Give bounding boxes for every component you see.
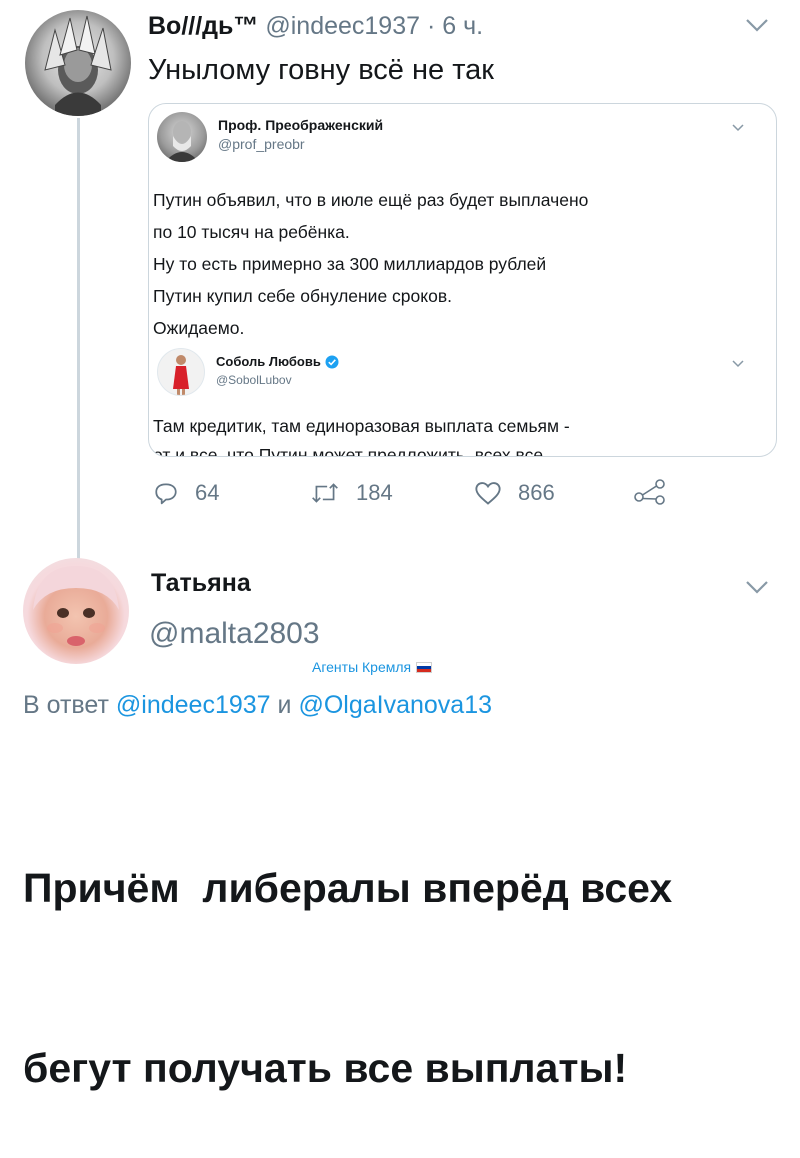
- quoted-line-1: Путин объявил, что в июле ещё раз будет …: [153, 190, 589, 210]
- tweet2-text-line-1: Причём либералы вперёд всех: [23, 865, 673, 911]
- reply-and: и: [277, 691, 292, 719]
- reply-count: 64: [195, 480, 220, 505]
- reply-action[interactable]: 64: [153, 480, 219, 506]
- avatar-sobol-lubov: [157, 348, 205, 396]
- share-icon: [634, 479, 665, 505]
- tweet2-author-name[interactable]: Татьяна: [151, 569, 251, 598]
- reply-icon: [155, 483, 177, 505]
- thread-connector-line: [77, 118, 80, 560]
- quoted-line-2: по 10 тысяч на ребёнка.: [153, 222, 350, 242]
- tweet1-handle[interactable]: @indeec1937: [265, 12, 420, 40]
- tweet1-header: Во///дь™ @indeec1937 · 6 ч.: [148, 12, 483, 41]
- share-action[interactable]: [633, 478, 683, 506]
- avatar-malta2803[interactable]: [23, 558, 129, 664]
- tweet2-handle[interactable]: @malta2803: [149, 617, 320, 651]
- verified-badge-icon: [325, 355, 339, 368]
- reply-prefix: В ответ: [23, 691, 109, 719]
- like-action[interactable]: 866: [474, 480, 555, 506]
- quoted-chevron-down-icon[interactable]: [731, 120, 745, 138]
- nested-tweet-text-cut: от и все, что Путин может предложить, вс…: [153, 445, 544, 457]
- tweet2-text-line-2: бегут получать все выплаты!: [23, 1045, 628, 1091]
- retweet-icon: [312, 483, 338, 503]
- nested-author-name: Соболь Любовь: [216, 354, 321, 369]
- russian-flag-icon: [416, 661, 433, 673]
- heart-icon: [475, 482, 501, 505]
- profile-badge-text: Агенты Кремля: [312, 659, 412, 675]
- quoted-author-name: Проф. Преображенский: [218, 117, 384, 133]
- reply-user-olgaivanova13[interactable]: @OlgaIvanova13: [298, 691, 492, 719]
- nested-handle: @SobolLubov: [216, 373, 292, 387]
- avatar-indeec1937[interactable]: [25, 10, 131, 116]
- quoted-line-5: Ожидаемо.: [153, 318, 245, 338]
- avatar-prof-preobr: [157, 112, 207, 162]
- headdress-portrait-icon: [44, 15, 112, 116]
- tweet1-time[interactable]: 6 ч.: [442, 12, 483, 40]
- tweet2-chevron-down-icon[interactable]: [744, 578, 770, 601]
- professor-portrait-icon: [165, 121, 199, 162]
- tweet1-author-name[interactable]: Во///дь™: [148, 12, 258, 40]
- reply-user-indeec1937[interactable]: @indeec1937: [116, 691, 271, 719]
- reply-context: В ответ @indeec1937 и @OlgaIvanova13: [23, 691, 492, 720]
- quoted-line-4: Путин купил себе обнуление сроков.: [153, 286, 453, 306]
- woman-red-dress-icon: [173, 355, 189, 395]
- quoted-handle: @prof_preobr: [218, 136, 305, 152]
- retweet-action[interactable]: 184: [310, 480, 393, 506]
- tweet1-text: Унылому говну всё не так: [148, 54, 494, 86]
- retweet-count: 184: [356, 480, 393, 505]
- tweet1-separator: ·: [426, 12, 436, 40]
- nested-author-row: Соболь Любовь: [216, 354, 339, 369]
- tweet1-chevron-down-icon[interactable]: [744, 16, 770, 39]
- quoted-tweet-card[interactable]: Проф. Преображенский @prof_preobr Путин …: [148, 103, 777, 457]
- nested-chevron-down-icon[interactable]: [731, 356, 745, 374]
- profile-badge: Агенты Кремля: [312, 659, 433, 675]
- like-count: 866: [518, 480, 555, 505]
- quoted-tweet-body: Путин объявил, что в июле ещё раз будет …: [153, 184, 588, 344]
- baby-portrait-icon: [33, 566, 119, 646]
- quoted-line-3: Ну то есть примерно за 300 миллиардов ру…: [153, 254, 547, 274]
- nested-tweet-text: Там кредитик, там единоразовая выплата с…: [153, 416, 570, 436]
- tweet2-text: Причём либералы вперёд всех бегут получа…: [23, 738, 672, 1158]
